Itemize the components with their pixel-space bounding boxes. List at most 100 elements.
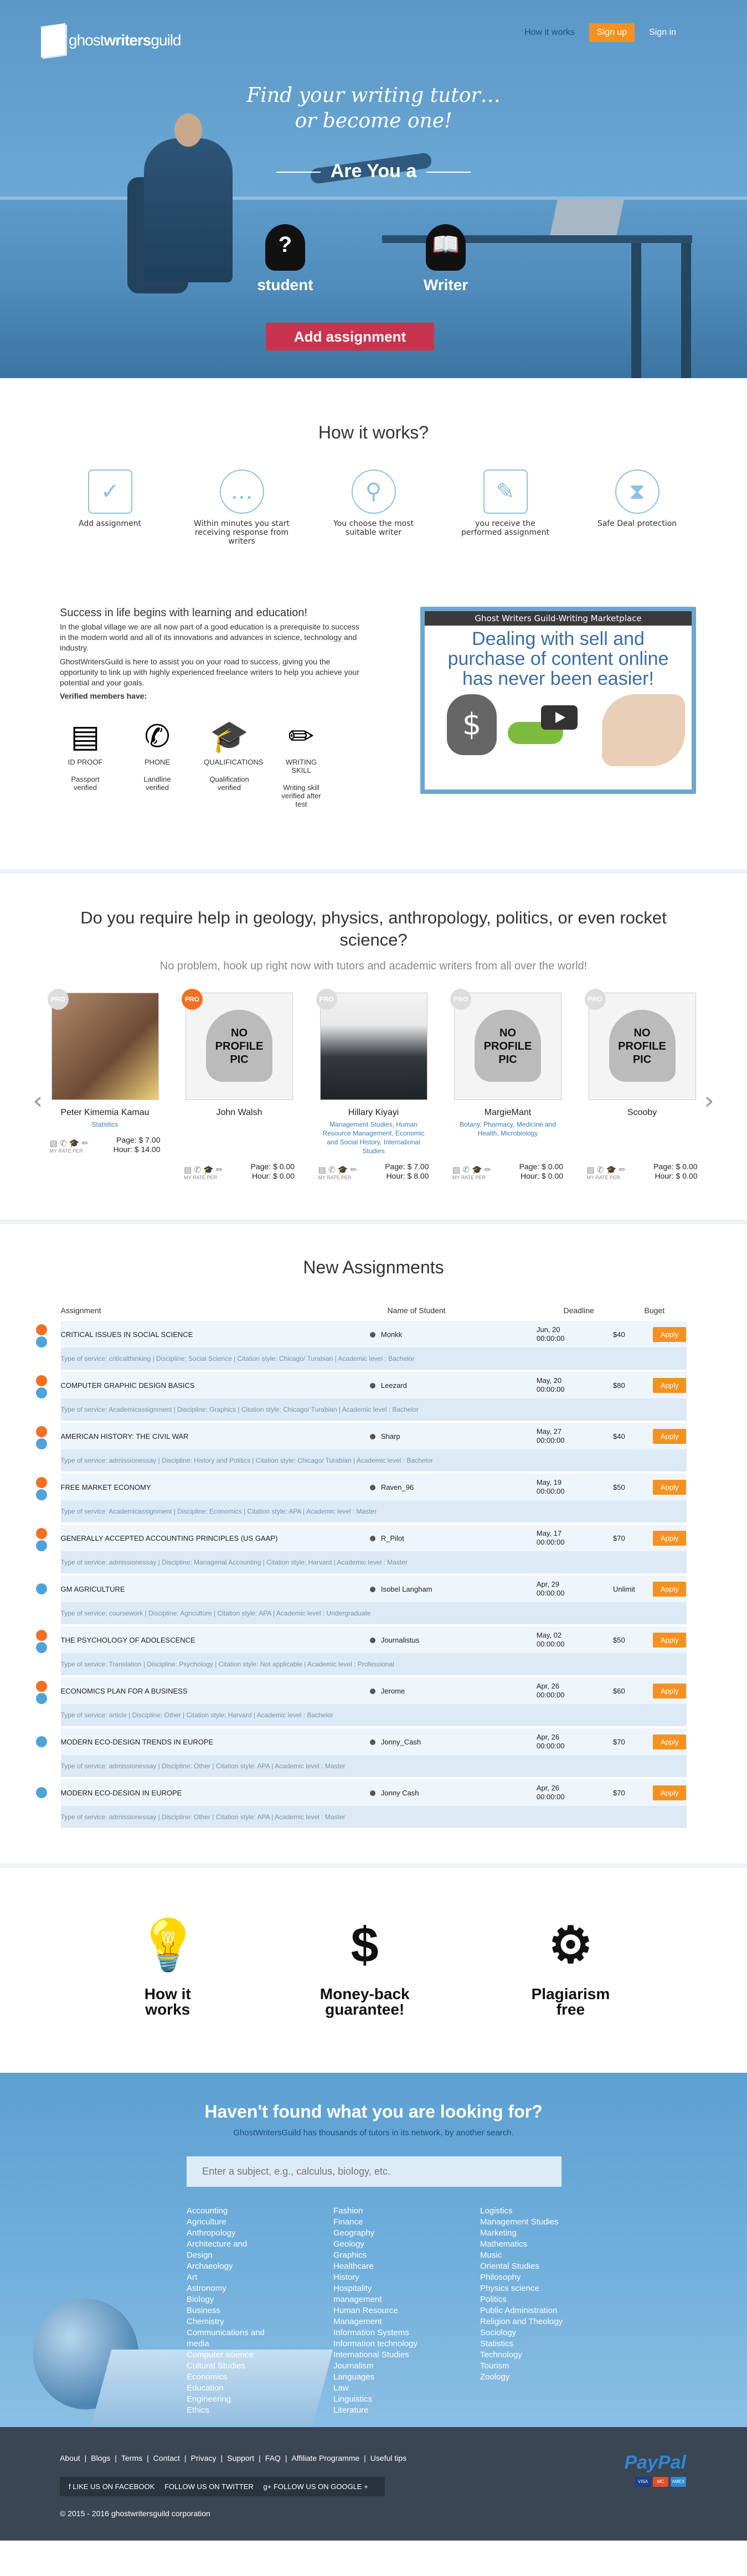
apply-button[interactable]: Apply xyxy=(652,1785,687,1800)
chevron-right-icon[interactable]: › xyxy=(704,1087,714,1115)
feature-plagiarism-free[interactable]: ⚙ Plagiarism free xyxy=(532,1912,610,2017)
apply-button[interactable]: Apply xyxy=(652,1632,687,1648)
subject-link[interactable]: Sociology xyxy=(480,2327,566,2338)
promo-video[interactable]: Ghost Writers Guild-Writing Marketplace … xyxy=(420,607,696,794)
subject-link[interactable]: Engineering xyxy=(187,2394,272,2405)
footer-link[interactable]: Affiliate Programme xyxy=(291,2454,359,2463)
subject-link[interactable]: Hospitality management xyxy=(333,2283,419,2305)
student-name[interactable]: Jerome xyxy=(369,1687,492,1695)
site-logo[interactable]: ghostwritersguild xyxy=(41,23,182,58)
student-name[interactable]: Journalistus xyxy=(369,1636,492,1644)
tutor-name[interactable]: John Walsh xyxy=(184,1108,295,1118)
tutor-name[interactable]: Peter Kimemia Kamau xyxy=(50,1108,161,1118)
assignment-title[interactable]: Generally Accepted Accounting Principles… xyxy=(61,1534,370,1542)
assignment-title[interactable]: Economics Plan for a Business xyxy=(61,1687,370,1695)
assignment-title[interactable]: Modern Eco-design in Europe xyxy=(61,1789,370,1797)
feature-money-back[interactable]: $ Money-back guarantee! xyxy=(320,1912,410,2017)
apply-button[interactable]: Apply xyxy=(652,1530,687,1546)
subject-link[interactable]: Statistics xyxy=(480,2338,566,2350)
subject-link[interactable]: Anthropology xyxy=(187,2228,272,2239)
subject-link[interactable]: Finance xyxy=(333,2217,419,2228)
subject-link[interactable]: Communications and media xyxy=(187,2327,272,2350)
subject-link[interactable]: Geography xyxy=(333,2228,419,2239)
tutor-name[interactable]: Scooby xyxy=(587,1108,698,1118)
apply-button[interactable]: Apply xyxy=(652,1326,687,1342)
subject-search-input[interactable] xyxy=(187,2156,561,2187)
footer-link[interactable]: Support xyxy=(227,2454,254,2463)
subject-link[interactable]: Ethics xyxy=(187,2405,272,2416)
subject-link[interactable]: Logistics xyxy=(480,2206,566,2217)
student-name[interactable]: R_Pilot xyxy=(369,1534,492,1542)
subject-link[interactable]: Astronomy xyxy=(187,2283,272,2294)
assignment-title[interactable]: Computer graphic design basics xyxy=(61,1381,370,1390)
play-button-icon[interactable] xyxy=(541,705,578,730)
subject-link[interactable]: Information technology xyxy=(333,2338,419,2350)
subject-link[interactable]: Linguistics xyxy=(333,2394,419,2405)
subject-link[interactable]: Chemistry xyxy=(187,2316,272,2327)
student-name[interactable]: Sharp xyxy=(369,1432,492,1441)
tutor-name[interactable]: MargieMant xyxy=(452,1108,563,1118)
assignment-title[interactable]: Free market economy xyxy=(61,1483,370,1491)
subject-link[interactable]: Education xyxy=(187,2383,272,2394)
tutor-card[interactable]: PRO NO PROFILE PIC MargieMant Botany, Pha… xyxy=(450,989,563,1181)
subject-link[interactable]: Computer science xyxy=(187,2350,272,2361)
subject-link[interactable]: Music xyxy=(480,2250,566,2261)
subject-link[interactable]: Zoology xyxy=(480,2372,566,2383)
footer-link[interactable]: Privacy xyxy=(191,2454,217,2463)
footer-link[interactable]: FAQ xyxy=(265,2454,281,2463)
subject-link[interactable]: Physics science xyxy=(480,2283,566,2294)
assignment-title[interactable]: Modern Eco-design trends in Europe xyxy=(61,1738,370,1746)
add-assignment-button[interactable]: Add assignment xyxy=(266,323,434,350)
writer-role-button[interactable]: 📖 Writer xyxy=(407,224,485,294)
feature-how-it-works[interactable]: 💡 How it works xyxy=(137,1912,199,2017)
student-name[interactable]: Isobel Langham xyxy=(369,1585,492,1593)
subject-link[interactable]: Religion and Theology xyxy=(480,2316,566,2327)
apply-button[interactable]: Apply xyxy=(652,1428,687,1444)
subject-link[interactable]: Journalism xyxy=(333,2361,419,2372)
subject-link[interactable]: Healthcare xyxy=(333,2261,419,2272)
subject-link[interactable]: Oriental Studies xyxy=(480,2261,566,2272)
subject-link[interactable]: Geology xyxy=(333,2239,419,2250)
sign-in-link[interactable]: Sign in xyxy=(649,28,676,38)
subject-link[interactable]: Architecture and Design xyxy=(187,2239,272,2261)
google-plus-link[interactable]: g+ FOLLOW US ON GOOGLE + xyxy=(263,2482,368,2491)
twitter-link[interactable]: FOLLOW US ON TWITTER xyxy=(164,2482,254,2491)
subject-link[interactable]: Technology xyxy=(480,2350,566,2361)
facebook-link[interactable]: f LIKE US ON FACEBOOK xyxy=(69,2482,154,2491)
assignment-title[interactable]: American History: The Civil War xyxy=(61,1432,370,1441)
subject-link[interactable]: Human Resource Management xyxy=(333,2305,419,2327)
chevron-left-icon[interactable]: ‹ xyxy=(33,1087,43,1115)
student-name[interactable]: Monkk xyxy=(369,1330,492,1339)
footer-link[interactable]: Contact xyxy=(153,2454,180,2463)
subject-link[interactable]: Languages xyxy=(333,2372,419,2383)
apply-button[interactable]: Apply xyxy=(652,1683,687,1699)
apply-button[interactable]: Apply xyxy=(652,1377,687,1393)
subject-link[interactable]: Law xyxy=(333,2383,419,2394)
sign-up-button[interactable]: Sign up xyxy=(589,23,635,42)
subject-link[interactable]: Fashion xyxy=(333,2206,419,2217)
footer-link[interactable]: About xyxy=(60,2454,80,2463)
footer-link[interactable]: Blogs xyxy=(91,2454,110,2463)
subject-link[interactable]: Cultural Studies xyxy=(187,2361,272,2372)
tutor-card[interactable]: PRO Hillary Kiyayi Management Studies, H… xyxy=(316,989,429,1181)
apply-button[interactable]: Apply xyxy=(652,1581,687,1597)
subject-link[interactable]: History xyxy=(333,2272,419,2283)
assignment-title[interactable]: GM Agriculture xyxy=(61,1585,370,1593)
subject-link[interactable]: Public Administration xyxy=(480,2305,566,2316)
subject-link[interactable]: Mathematics xyxy=(480,2239,566,2250)
assignment-title[interactable]: Critical issues in social science xyxy=(61,1330,370,1339)
subject-link[interactable]: Information Systems xyxy=(333,2327,419,2338)
tutor-card[interactable]: PRO NO PROFILE PIC Scooby ▤ ✆ 🎓 ✏ MY RATE … xyxy=(584,989,698,1181)
subject-link[interactable]: Business xyxy=(187,2305,272,2316)
subject-link[interactable]: Biology xyxy=(187,2294,272,2305)
tutor-card[interactable]: PRO NO PROFILE PIC John Walsh ▤ ✆ 🎓 ✏ MY R… xyxy=(182,989,295,1181)
subject-link[interactable]: Marketing xyxy=(480,2228,566,2239)
subject-link[interactable]: Economics xyxy=(187,2372,272,2383)
subject-link[interactable]: Art xyxy=(187,2272,272,2283)
subject-link[interactable]: Management Studies xyxy=(480,2217,566,2228)
tutor-name[interactable]: Hillary Kiyayi xyxy=(318,1108,429,1118)
nav-how-it-works-link[interactable]: How it works xyxy=(524,28,575,38)
assignment-title[interactable]: The Psychology of Adolescence xyxy=(61,1636,370,1644)
apply-button[interactable]: Apply xyxy=(652,1734,687,1749)
tutor-card[interactable]: PRO Peter Kimemia Kamau Statistics ▤ ✆ 🎓… xyxy=(47,989,161,1181)
